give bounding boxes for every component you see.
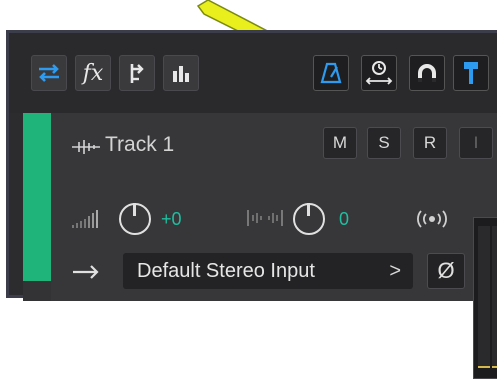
chevron-right-icon: > [389, 259, 401, 282]
track-name[interactable]: Track 1 [105, 133, 174, 157]
phase-invert-button[interactable]: Ø [427, 253, 465, 289]
eq-bars-icon [170, 62, 192, 84]
solo-button[interactable]: S [367, 127, 401, 159]
time-stretch-icon [364, 60, 394, 86]
track-color-strip[interactable] [23, 113, 51, 281]
pin-icon [461, 60, 481, 86]
magnet-icon [416, 62, 438, 84]
fx-button[interactable]: fx [75, 55, 111, 91]
track-area: Track 1 M S R I +0 0 Default Stereo Inpu… [23, 113, 497, 379]
input-select-label: Default Stereo Input [137, 259, 315, 282]
metronome-button[interactable] [313, 55, 349, 91]
input-arrow-icon [71, 263, 101, 286]
snap-button[interactable] [409, 55, 445, 91]
meter-peak-right [492, 366, 497, 368]
record-arm-button[interactable]: R [413, 127, 447, 159]
fx-icon: fx [82, 60, 104, 86]
meter-peak-left [478, 366, 490, 368]
volume-knob[interactable] [119, 203, 151, 235]
send-button[interactable] [119, 55, 155, 91]
volume-value[interactable]: +0 [161, 209, 182, 230]
track-panel: fx Track 1 M S R I +0 0 Default Stereo I… [6, 30, 497, 379]
level-meter [473, 217, 497, 379]
broadcast-icon [415, 209, 449, 234]
meter-channel-left [478, 226, 490, 366]
pin-button[interactable] [453, 55, 489, 91]
input-select[interactable]: Default Stereo Input > [123, 253, 413, 289]
volume-icon [71, 209, 101, 234]
pan-value[interactable]: 0 [339, 209, 349, 230]
pan-icon [245, 207, 285, 234]
mute-button[interactable]: M [323, 127, 357, 159]
pan-knob[interactable] [293, 203, 325, 235]
waveform-icon [71, 139, 101, 160]
time-stretch-button[interactable] [361, 55, 397, 91]
toolbar: fx [9, 33, 497, 113]
send-icon [125, 61, 149, 85]
swap-button[interactable] [31, 55, 67, 91]
eq-button[interactable] [163, 55, 199, 91]
swap-arrows-icon [36, 61, 62, 85]
meter-channel-right [492, 226, 497, 366]
input-monitor-button[interactable]: I [459, 127, 493, 159]
metronome-icon [319, 61, 343, 85]
